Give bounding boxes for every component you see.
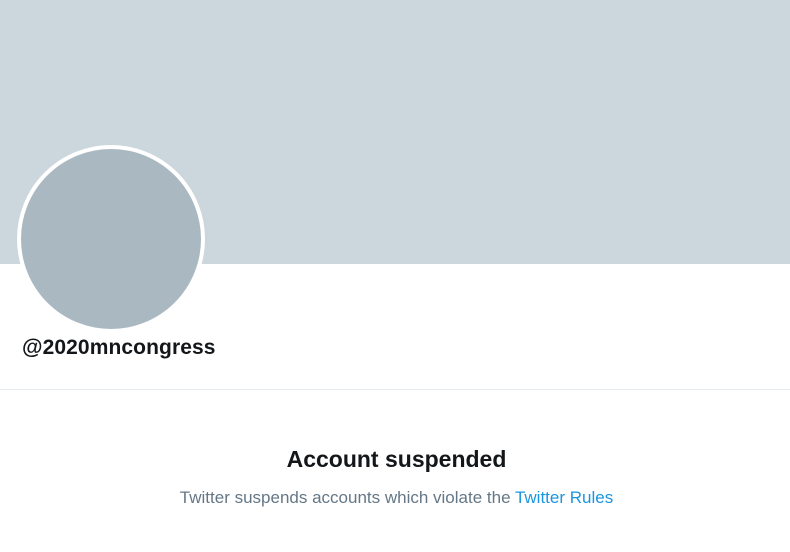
avatar — [17, 145, 205, 333]
suspended-title: Account suspended — [286, 446, 507, 472]
twitter-rules-link[interactable]: Twitter Rules — [515, 488, 613, 507]
divider — [0, 389, 790, 390]
suspended-description-text: Twitter suspends accounts which violate … — [179, 488, 515, 507]
profile-page: @2020mncongress Account suspended Twitte… — [0, 0, 790, 552]
suspended-description: Twitter suspends accounts which violate … — [0, 488, 790, 508]
profile-handle: @2020mncongress — [22, 336, 216, 359]
